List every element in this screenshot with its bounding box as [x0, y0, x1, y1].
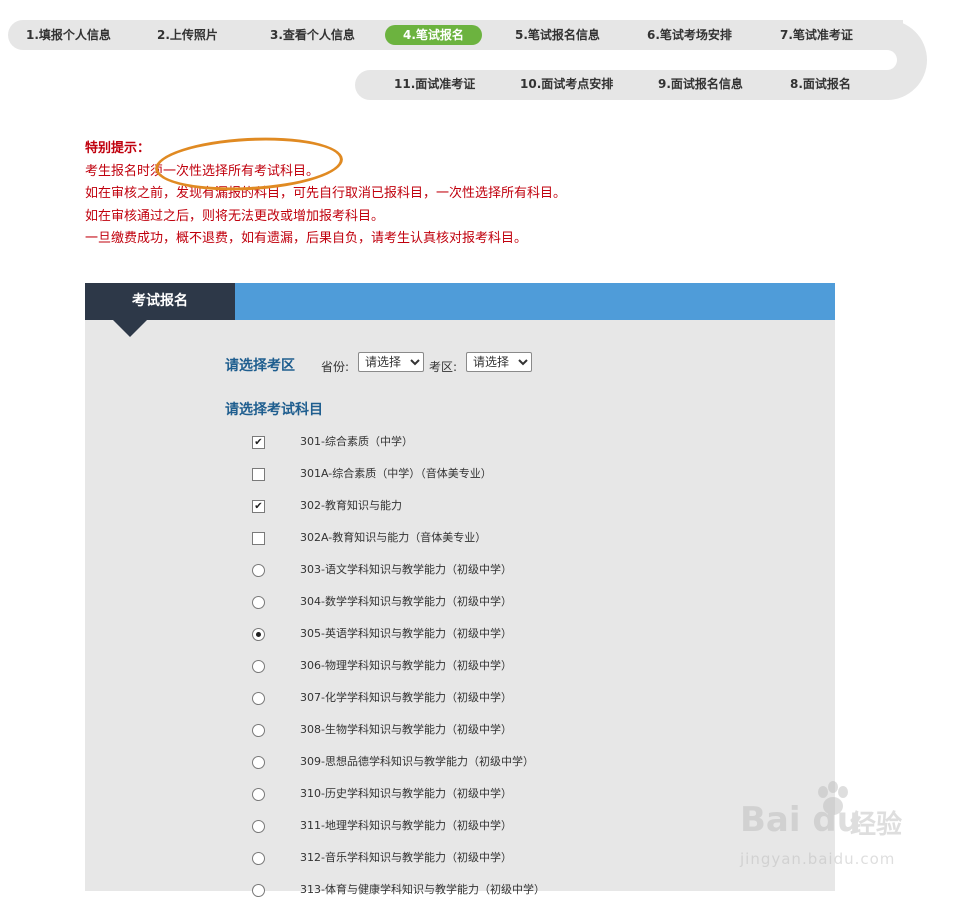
- subject-radio[interactable]: [252, 628, 265, 641]
- subject-label: 306-物理学科知识与教学能力（初级中学）: [300, 659, 512, 672]
- subject-option[interactable]: 309-思想品德学科知识与教学能力（初级中学）: [252, 752, 652, 772]
- notice-line-2: 如在审核之前，发现有漏报的科目，可先自行取消已报科目，一次性选择所有科目。: [85, 186, 567, 201]
- subject-label: 301A-综合素质（中学）（音体美专业）: [300, 467, 492, 480]
- subject-radio[interactable]: [252, 820, 265, 833]
- subject-option[interactable]: 308-生物学科知识与教学能力（初级中学）: [252, 720, 652, 740]
- step-6-written-exam-room[interactable]: 6.笔试考场安排: [647, 25, 732, 45]
- watermark-brand: Bai du: [740, 800, 861, 840]
- subject-checkbox[interactable]: ✔: [252, 500, 265, 513]
- watermark-url: jingyan.baidu.com: [740, 850, 896, 868]
- subject-option[interactable]: 305-英语学科知识与教学能力（初级中学）: [252, 624, 652, 644]
- subject-label: 302-教育知识与能力: [300, 499, 402, 512]
- step-10-interview-venue[interactable]: 10.面试考点安排: [520, 74, 613, 94]
- subject-radio[interactable]: [252, 852, 265, 865]
- exam-registration-panel: 考试报名 请选择考区 省份: 请选择 考区: 请选择 请选择考试科目 ✔ 301-…: [85, 283, 835, 897]
- subject-option[interactable]: 313-体育与健康学科知识与教学能力（初级中学）: [252, 880, 652, 900]
- subject-radio[interactable]: [252, 564, 265, 577]
- subject-radio[interactable]: [252, 788, 265, 801]
- step-7-written-admission-ticket[interactable]: 7.笔试准考证: [780, 25, 853, 45]
- step-5-written-registration-info[interactable]: 5.笔试报名信息: [515, 25, 600, 45]
- subject-option[interactable]: 301A-综合素质（中学）（音体美专业）: [252, 464, 652, 484]
- panel-tab: 考试报名: [85, 283, 235, 320]
- subject-option[interactable]: 307-化学学科知识与教学能力（初级中学）: [252, 688, 652, 708]
- subject-option[interactable]: ✔ 301-综合素质（中学）: [252, 432, 652, 452]
- province-label: 省份:: [321, 360, 350, 374]
- step-nav-curve-gap: [835, 50, 897, 70]
- district-select[interactable]: 请选择: [466, 352, 532, 372]
- subject-label: 305-英语学科知识与教学能力（初级中学）: [300, 627, 512, 640]
- subject-label: 301-综合素质（中学）: [300, 435, 413, 448]
- area-section-title: 请选择考区: [225, 358, 295, 374]
- subject-option[interactable]: ✔ 302-教育知识与能力: [252, 496, 652, 516]
- subject-label: 302A-教育知识与能力（音体美专业）: [300, 531, 487, 544]
- step-2-upload-photo[interactable]: 2.上传照片: [157, 25, 218, 45]
- subject-radio[interactable]: [252, 756, 265, 769]
- step-9-interview-registration-info[interactable]: 9.面试报名信息: [658, 74, 743, 94]
- subject-label: 312-音乐学科知识与教学能力（初级中学）: [300, 851, 512, 864]
- step-1-fill-info[interactable]: 1.填报个人信息: [26, 25, 111, 45]
- subject-option[interactable]: 302A-教育知识与能力（音体美专业）: [252, 528, 652, 548]
- subject-radio[interactable]: [252, 692, 265, 705]
- subject-checkbox[interactable]: [252, 532, 265, 545]
- subject-section-title: 请选择考试科目: [225, 402, 323, 418]
- subject-option[interactable]: 310-历史学科知识与教学能力（初级中学）: [252, 784, 652, 804]
- subject-option[interactable]: 303-语文学科知识与教学能力（初级中学）: [252, 560, 652, 580]
- district-label: 考区:: [429, 360, 458, 374]
- subject-label: 310-历史学科知识与教学能力（初级中学）: [300, 787, 512, 800]
- subject-label: 304-数学学科知识与教学能力（初级中学）: [300, 595, 512, 608]
- subject-label: 313-体育与健康学科知识与教学能力（初级中学）: [300, 883, 545, 896]
- subject-label: 303-语文学科知识与教学能力（初级中学）: [300, 563, 512, 576]
- province-select[interactable]: 请选择: [358, 352, 424, 372]
- baidu-jingyan-watermark: Bai du 经验 jingyan.baidu.com: [738, 780, 928, 870]
- panel-tab-pointer: [113, 320, 147, 337]
- subject-label: 307-化学学科知识与教学能力（初级中学）: [300, 691, 512, 704]
- step-3-view-info[interactable]: 3.查看个人信息: [270, 25, 355, 45]
- notice-line-4: 一旦缴费成功，概不退费，如有遗漏，后果自负，请考生认真核对报考科目。: [85, 231, 528, 246]
- subject-radio[interactable]: [252, 660, 265, 673]
- subject-option[interactable]: 304-数学学科知识与教学能力（初级中学）: [252, 592, 652, 612]
- step-4-written-exam-registration[interactable]: 4.笔试报名: [385, 25, 482, 45]
- subject-label: 308-生物学科知识与教学能力（初级中学）: [300, 723, 512, 736]
- step-11-interview-admission-ticket[interactable]: 11.面试准考证: [394, 74, 475, 94]
- subject-radio[interactable]: [252, 596, 265, 609]
- subject-label: 309-思想品德学科知识与教学能力（初级中学）: [300, 755, 534, 768]
- watermark-suffix: 经验: [850, 810, 903, 840]
- step-8-interview-registration[interactable]: 8.面试报名: [790, 74, 851, 94]
- subject-radio[interactable]: [252, 724, 265, 737]
- subject-label: 311-地理学科知识与教学能力（初级中学）: [300, 819, 512, 832]
- subject-checkbox[interactable]: ✔: [252, 436, 265, 449]
- notice-line-3: 如在审核通过之后，则将无法更改或增加报考科目。: [85, 208, 385, 224]
- subject-option[interactable]: 311-地理学科知识与教学能力（初级中学）: [252, 816, 652, 836]
- subject-checkbox[interactable]: [252, 468, 265, 481]
- subject-option[interactable]: 312-音乐学科知识与教学能力（初级中学）: [252, 848, 652, 868]
- subject-option[interactable]: 306-物理学科知识与教学能力（初级中学）: [252, 656, 652, 676]
